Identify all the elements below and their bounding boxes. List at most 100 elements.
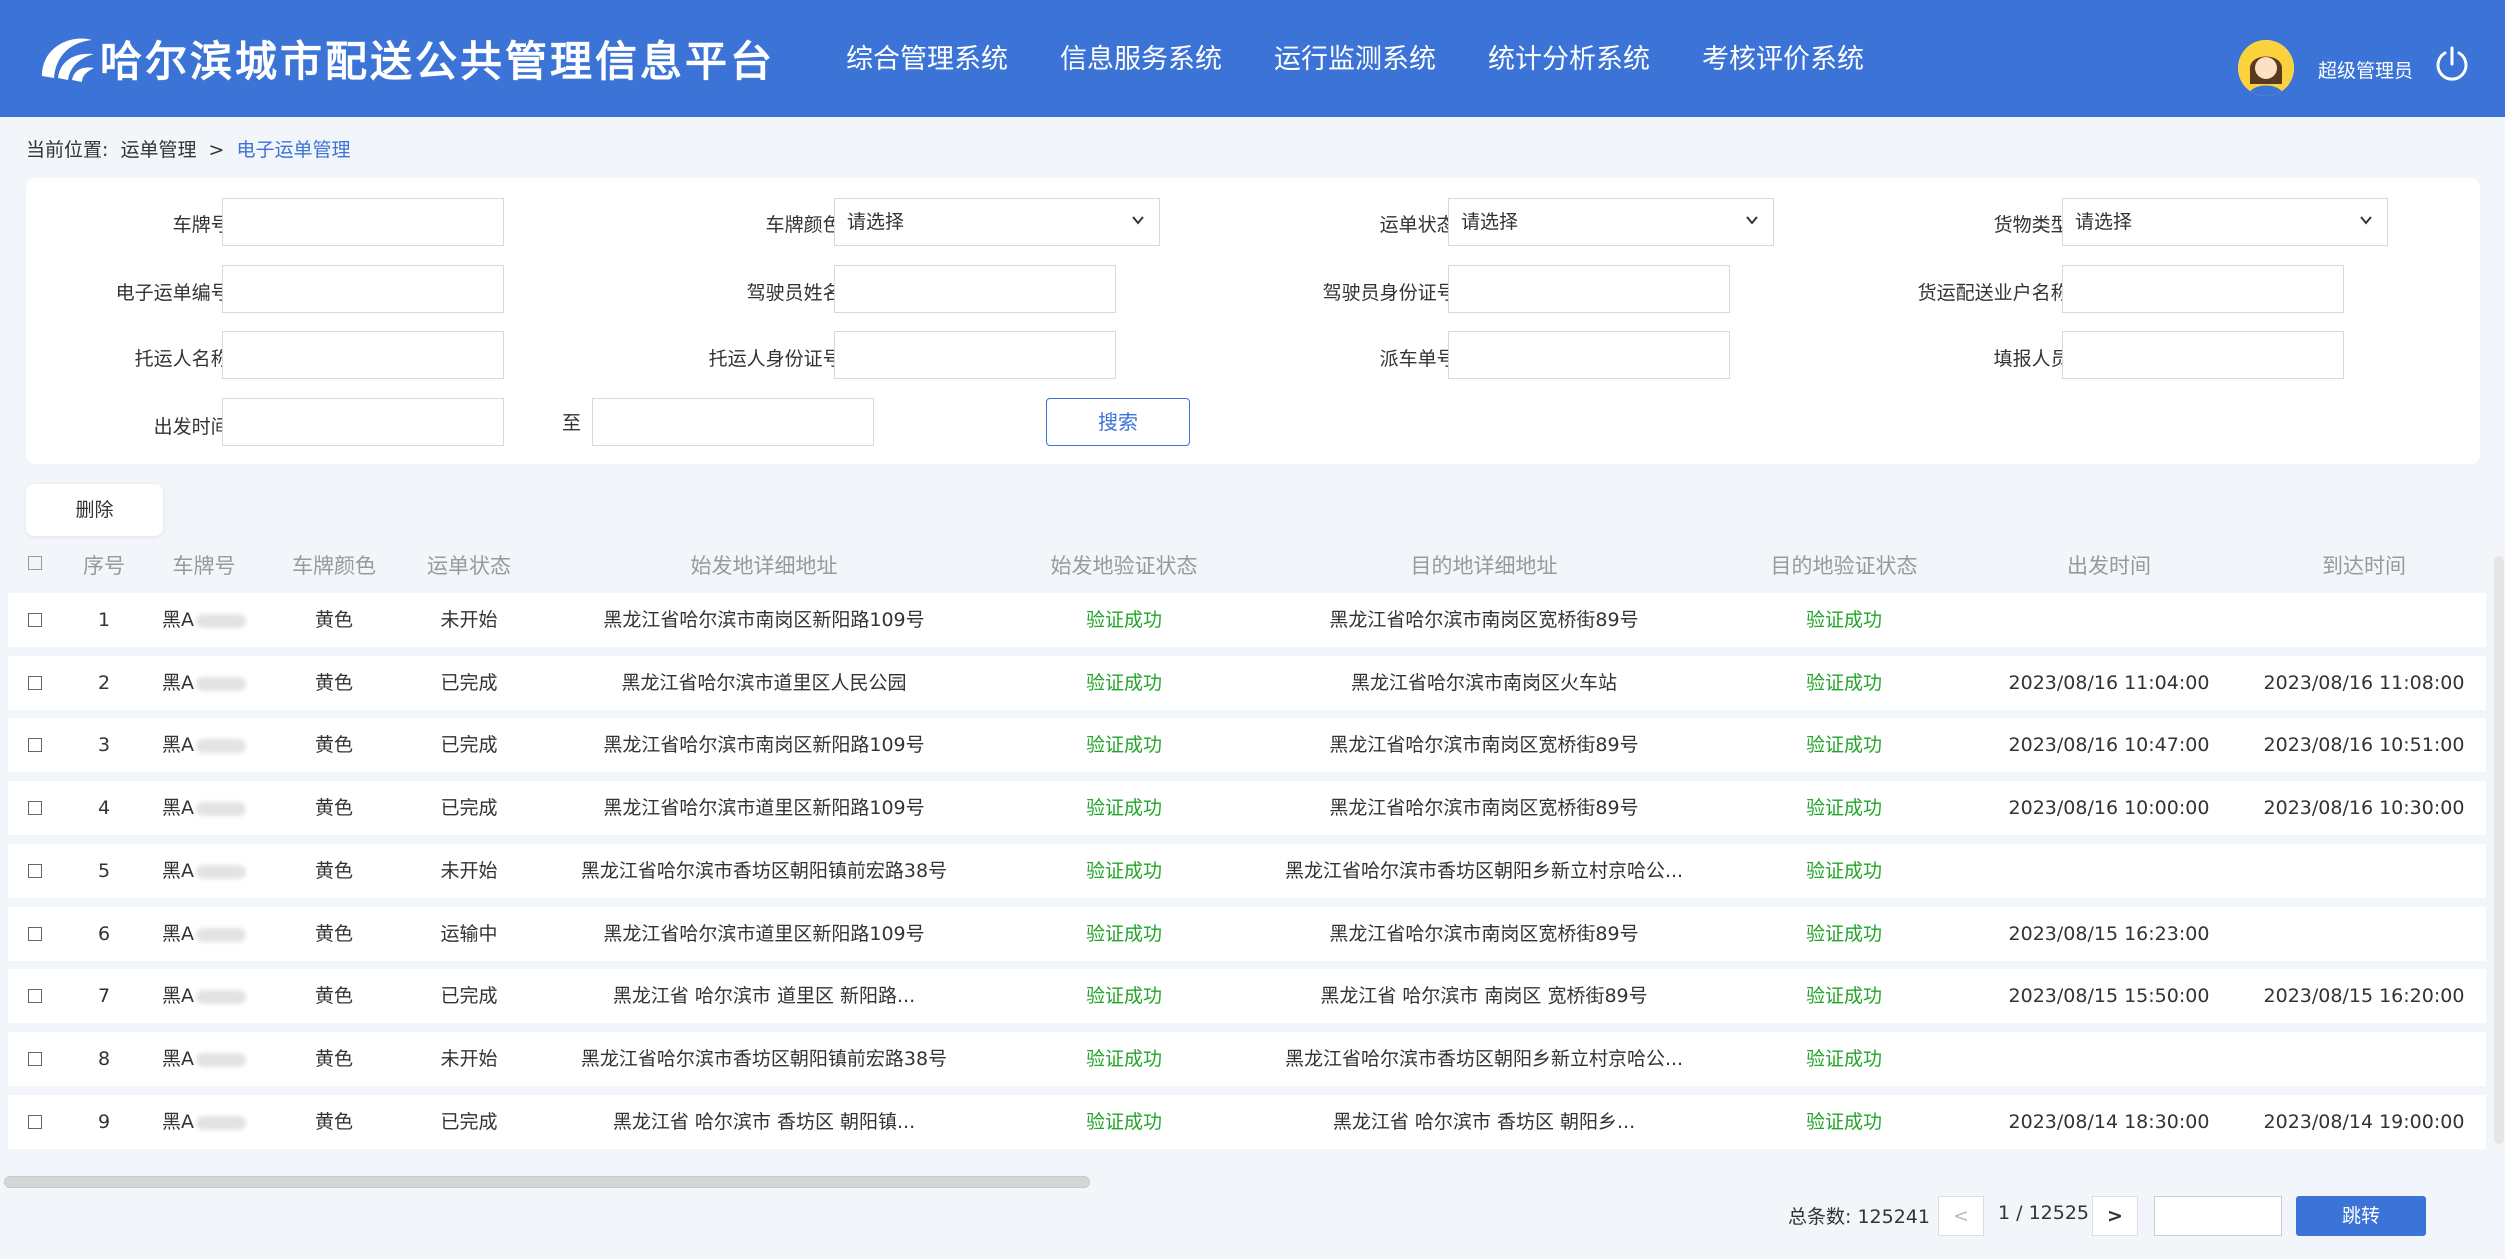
vertical-scrollbar[interactable]	[2494, 556, 2504, 1144]
row-checkbox[interactable]	[28, 927, 42, 941]
row-checkbox[interactable]	[28, 676, 42, 690]
plate-prefix: 黑A	[162, 860, 194, 882]
waybill-status-value: 请选择	[1461, 211, 1519, 233]
next-page-button[interactable]: >	[2092, 1196, 2138, 1236]
cell-plate-color: 黄色	[314, 672, 353, 694]
prev-page-button[interactable]: <	[1938, 1196, 1984, 1236]
cell-plate: 黑A	[144, 718, 264, 772]
redacted-plate-number	[196, 738, 246, 753]
shipper-id-input[interactable]	[834, 331, 1116, 379]
plate-number-input[interactable]	[222, 198, 504, 246]
nav-item-statistical-analysis[interactable]: 统计分析系统	[1462, 0, 1676, 117]
row-checkbox[interactable]	[28, 1115, 42, 1129]
plate-color-select[interactable]: 请选择	[834, 198, 1160, 246]
redacted-plate-number	[196, 1052, 246, 1067]
nav-item-integrated-management[interactable]: 综合管理系统	[820, 0, 1034, 117]
driver-id-input[interactable]	[1448, 265, 1730, 313]
row-checkbox[interactable]	[28, 989, 42, 1003]
waybill-no-input[interactable]	[222, 265, 504, 313]
cell-status: 已完成	[440, 985, 498, 1007]
cell-origin: 黑龙江省哈尔滨市南岗区新阳路109号	[603, 734, 925, 756]
driver-name-input[interactable]	[834, 265, 1116, 313]
cell-arrive: 2023/08/16 11:08:00	[2263, 672, 2465, 694]
table-row[interactable]: 黑A 4 黄色 已完成 黑龙江省哈尔滨市道里区新阳路109号 验证成功 黑龙江省哈尔滨市南岗…	[8, 781, 2486, 835]
cargo-type-select[interactable]: 请选择	[2062, 198, 2388, 246]
reporter-label: 填报人员:	[1993, 348, 2076, 370]
row-checkbox[interactable]	[28, 613, 42, 627]
table-row[interactable]: 黑A 7 黄色 已完成 黑龙江省 哈尔滨市 道里区 新阳路... 验证成功 黑龙江省 哈尔滨…	[8, 969, 2486, 1023]
row-checkbox[interactable]	[28, 1052, 42, 1066]
cell-arrive: 2023/08/14 19:00:00	[2263, 1111, 2465, 1133]
table-row[interactable]: 黑A 6 黄色 运输中 黑龙江省哈尔滨市道里区新阳路109号 验证成功 黑龙江省哈尔滨市南岗…	[8, 907, 2486, 961]
cell-status: 未开始	[440, 609, 498, 631]
redacted-plate-number	[196, 801, 246, 816]
search-button[interactable]: 搜索	[1046, 398, 1190, 446]
horizontal-scrollbar[interactable]	[4, 1176, 1090, 1188]
cell-arrive	[2244, 593, 2484, 647]
table-row[interactable]: 黑A 8 黄色 未开始 黑龙江省哈尔滨市香坊区朝阳镇前宏路38号 验证成功 黑龙江省哈尔滨市…	[8, 1032, 2486, 1086]
cell-dest: 黑龙江省哈尔滨市南岗区火车站	[1350, 672, 1617, 694]
nav-item-operation-monitoring[interactable]: 运行监测系统	[1248, 0, 1462, 117]
cell-dest: 黑龙江省哈尔滨市香坊区朝阳乡新立村京哈公...	[1284, 860, 1684, 882]
cell-arrive	[2244, 844, 2484, 898]
depart-time-start-input[interactable]	[222, 398, 504, 446]
cell-origin-check: 验证成功	[1085, 672, 1162, 694]
driver-id-label: 驾驶员身份证号:	[1322, 282, 1462, 304]
table-row[interactable]: 黑A 5 黄色 未开始 黑龙江省哈尔滨市香坊区朝阳镇前宏路38号 验证成功 黑龙江省哈尔滨市…	[8, 844, 2486, 898]
row-checkbox[interactable]	[28, 801, 42, 815]
delete-button[interactable]: 删除	[26, 484, 163, 536]
plate-number-label: 车牌号:	[172, 214, 236, 236]
breadcrumb: 当前位置: 运单管理 > 电子运单管理	[26, 135, 357, 162]
row-checkbox[interactable]	[28, 864, 42, 878]
cell-origin-check: 验证成功	[1085, 1048, 1162, 1070]
depart-time-label: 出发时间:	[153, 416, 236, 438]
waybill-status-select[interactable]: 请选择	[1448, 198, 1774, 246]
shipper-name-input[interactable]	[222, 331, 504, 379]
jump-page-input[interactable]	[2154, 1196, 2282, 1236]
user-avatar[interactable]	[2238, 40, 2294, 96]
depart-time-end-input[interactable]	[592, 398, 874, 446]
row-checkbox[interactable]	[28, 738, 42, 752]
cell-plate: 黑A	[144, 656, 264, 710]
cell-status: 未开始	[440, 860, 498, 882]
select-all-checkbox[interactable]	[28, 556, 42, 570]
carrier-name-input[interactable]	[2062, 265, 2344, 313]
table-row[interactable]: 黑A 1 黄色 未开始 黑龙江省哈尔滨市南岗区新阳路109号 验证成功 黑龙江省哈尔滨市南岗…	[8, 593, 2486, 647]
cell-plate-color: 黄色	[314, 734, 353, 756]
cell-status: 已完成	[440, 734, 498, 756]
power-icon[interactable]	[2432, 44, 2472, 84]
cell-status: 已完成	[440, 1111, 498, 1133]
cell-dest: 黑龙江省 哈尔滨市 南岗区 宽桥街89号	[1320, 985, 1648, 1007]
cell-dest-check: 验证成功	[1805, 860, 1882, 882]
cell-no: 7	[97, 985, 111, 1007]
cell-arrive: 2023/08/15 16:20:00	[2263, 985, 2465, 1007]
cell-dest: 黑龙江省哈尔滨市南岗区宽桥街89号	[1329, 923, 1639, 945]
column-header-origin: 始发地详细地址	[690, 554, 838, 578]
cell-dest: 黑龙江省哈尔滨市南岗区宽桥街89号	[1329, 734, 1639, 756]
table-row[interactable]: 黑A 3 黄色 已完成 黑龙江省哈尔滨市南岗区新阳路109号 验证成功 黑龙江省哈尔滨市南岗…	[8, 718, 2486, 772]
nav-item-information-service[interactable]: 信息服务系统	[1034, 0, 1248, 117]
cell-depart	[1974, 593, 2244, 647]
nav-item-assessment-evaluation[interactable]: 考核评价系统	[1676, 0, 1890, 117]
chevron-down-icon	[2360, 216, 2372, 225]
table-row[interactable]: 黑A 9 黄色 已完成 黑龙江省 哈尔滨市 香坊区 朝阳镇... 验证成功 黑龙江省 哈尔滨…	[8, 1095, 2486, 1149]
table-row[interactable]: 黑A 2 黄色 已完成 黑龙江省哈尔滨市道里区人民公园 验证成功 黑龙江省哈尔滨市南岗区火车…	[8, 656, 2486, 710]
user-name[interactable]: 超级管理员	[2318, 56, 2413, 83]
jump-button[interactable]: 跳转	[2296, 1196, 2426, 1236]
range-to-label: 至	[562, 412, 582, 434]
redacted-plate-number	[196, 864, 246, 879]
cell-arrive	[2244, 1032, 2484, 1086]
plate-prefix: 黑A	[162, 985, 194, 1007]
cell-dest-check: 验证成功	[1805, 734, 1882, 756]
cell-arrive: 2023/08/16 10:51:00	[2263, 734, 2465, 756]
plate-prefix: 黑A	[162, 923, 194, 945]
waybill-no-label: 电子运单编号:	[115, 282, 236, 304]
cell-plate-color: 黄色	[314, 1111, 353, 1133]
cell-no: 6	[97, 923, 111, 945]
cell-dest: 黑龙江省 哈尔滨市 香坊区 朝阳乡...	[1332, 1111, 1636, 1133]
reporter-input[interactable]	[2062, 331, 2344, 379]
cell-arrive: 2023/08/16 10:30:00	[2263, 797, 2465, 819]
cargo-type-label: 货物类型:	[1993, 214, 2076, 236]
breadcrumb-parent[interactable]: 运单管理	[120, 139, 196, 161]
dispatch-no-input[interactable]	[1448, 331, 1730, 379]
